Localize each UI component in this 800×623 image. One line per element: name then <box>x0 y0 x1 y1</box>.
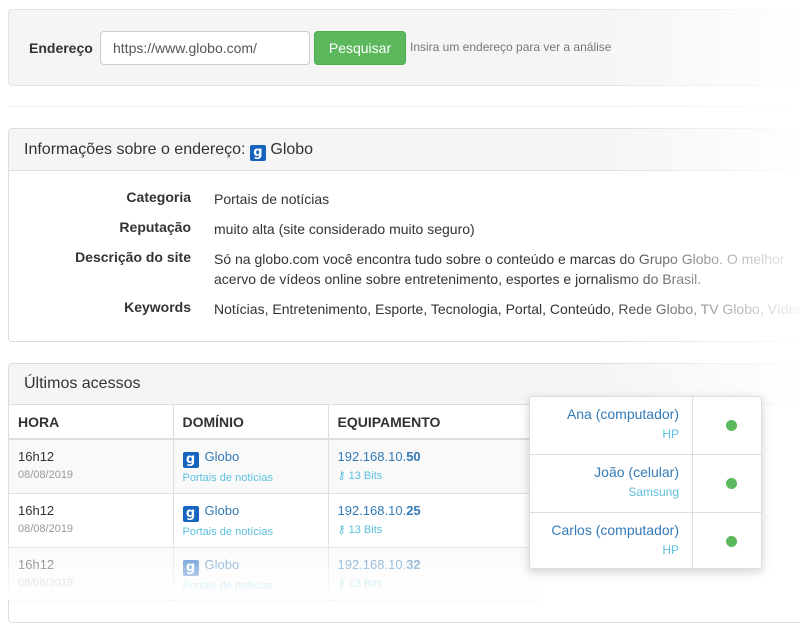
accesses-title: Últimos acessos <box>24 375 141 392</box>
access-time: 16h12 <box>18 556 55 572</box>
access-date: 08/08/2019 <box>18 469 74 481</box>
address-input[interactable] <box>100 31 310 65</box>
access-time: 16h12 <box>18 449 55 464</box>
sitemap-icon: ⚷ <box>337 577 346 590</box>
domain-link[interactable]: Globo <box>205 503 240 518</box>
online-status-icon <box>726 536 737 547</box>
domain-link[interactable]: Globo <box>205 557 240 572</box>
device-list-card: Ana (computador) HP João (celular) Samsu… <box>529 396 762 569</box>
globo-logo-icon: g <box>182 452 199 468</box>
device-ip[interactable]: 192.168.10.50 <box>338 449 530 464</box>
info-site-name: Globo <box>270 141 314 158</box>
globo-logo-icon: g <box>182 505 199 522</box>
info-value: Só na globo.com você encontra tudo sobre… <box>214 251 785 287</box>
accesses-table: HORA DOMÍNIO EQUIPAMENTO 16h12 08/08/201… <box>9 405 538 601</box>
domain-category: Portais de notícias <box>182 472 274 484</box>
device-row[interactable]: Ana (computador) HP <box>530 397 761 455</box>
device-name[interactable]: João (celular) <box>594 464 679 480</box>
sitemap-icon: ⚷ <box>337 523 346 536</box>
domain-cell: g Globo Portais de notícias <box>173 438 329 493</box>
bits-label: 13 Bits <box>348 470 383 482</box>
column-divider <box>692 513 693 568</box>
address-info-panel: Informações sobre o endereço: g Globo Ca… <box>8 128 800 342</box>
info-title-text: Informações sobre o endereço: <box>24 141 246 158</box>
column-divider <box>692 397 693 454</box>
address-label: Endereço <box>29 40 93 56</box>
device-row[interactable]: João (celular) Samsung <box>530 455 761 513</box>
globo-logo-icon: g <box>182 559 199 576</box>
device-ip[interactable]: 192.168.10.32 <box>338 557 530 572</box>
column-header-device: EQUIPAMENTO <box>328 405 538 440</box>
device-row[interactable]: Carlos (computador) HP <box>530 513 761 568</box>
info-panel-heading: Informações sobre o endereço: g Globo <box>9 129 800 171</box>
column-header-time: HORA <box>9 405 174 440</box>
search-button[interactable]: Pesquisar <box>314 31 406 65</box>
device-bits: ⚷ 13 Bits <box>338 523 530 536</box>
ip-prefix: 192.168.10. <box>337 502 407 518</box>
info-key: Reputação <box>119 219 191 235</box>
time-cell: 16h12 08/08/2019 <box>9 492 174 547</box>
device-cell: 192.168.10.25 ⚷ 13 Bits <box>328 492 538 547</box>
table-header-row: HORA DOMÍNIO EQUIPAMENTO <box>9 405 538 440</box>
device-name[interactable]: Carlos (computador) <box>551 522 679 538</box>
device-name[interactable]: Ana (computador) <box>567 406 679 422</box>
info-value: muito alta (site considerado muito segur… <box>214 221 475 237</box>
table-row[interactable]: 16h12 08/08/2019 g Globo Portais de notíc… <box>9 546 538 601</box>
device-cell: 192.168.10.50 ⚷ 13 Bits <box>328 438 538 493</box>
online-status-icon <box>726 478 737 489</box>
domain-cell: g Globo Portais de notícias <box>173 546 329 601</box>
table-row[interactable]: 16h12 08/08/2019 g Globo Portais de notíc… <box>9 492 538 547</box>
info-key: Keywords <box>124 299 191 315</box>
access-date: 08/08/2019 <box>18 522 74 535</box>
column-divider <box>692 455 693 512</box>
device-bits: ⚷ 13 Bits <box>338 469 530 482</box>
device-cell: 192.168.10.32 ⚷ 13 Bits <box>328 546 538 601</box>
ip-suffix: 32 <box>406 556 421 572</box>
info-key: Descrição do site <box>75 249 191 265</box>
globo-logo-icon: g <box>249 145 266 161</box>
ip-prefix: 192.168.10. <box>337 556 407 572</box>
time-cell: 16h12 08/08/2019 <box>9 438 174 493</box>
domain-link[interactable]: Globo <box>205 449 240 464</box>
info-key: Categoria <box>126 189 191 205</box>
device-brand: Samsung <box>628 485 679 499</box>
ip-suffix: 50 <box>406 449 421 464</box>
access-time: 16h12 <box>18 502 55 518</box>
domain-category: Portais de notícias <box>182 525 274 538</box>
device-brand: HP <box>662 543 679 557</box>
access-date: 08/08/2019 <box>18 576 74 589</box>
search-hint: Insira um endereço para ver a análise <box>410 40 612 54</box>
info-value: Notícias, Entretenimento, Esporte, Tecno… <box>214 301 800 317</box>
sitemap-icon: ⚷ <box>337 470 346 482</box>
divider <box>8 106 800 107</box>
column-header-domain: DOMÍNIO <box>173 405 329 440</box>
domain-cell: g Globo Portais de notícias <box>173 492 329 547</box>
domain-category: Portais de notícias <box>182 579 274 592</box>
device-bits: ⚷ 13 Bits <box>338 577 530 590</box>
device-brand: HP <box>662 427 679 441</box>
table-row[interactable]: 16h12 08/08/2019 g Globo Portais de notíc… <box>9 438 538 493</box>
ip-prefix: 192.168.10. <box>337 449 407 464</box>
info-value: Portais de notícias <box>214 191 330 207</box>
address-search-form: Endereço Pesquisar Insira um endereço pa… <box>8 9 800 86</box>
info-panel-title: Informações sobre o endereço: g Globo <box>24 141 313 161</box>
bits-label: 13 Bits <box>348 523 383 536</box>
bits-label: 13 Bits <box>348 577 383 590</box>
ip-suffix: 25 <box>406 502 421 518</box>
device-ip[interactable]: 192.168.10.25 <box>338 503 530 518</box>
online-status-icon <box>726 420 737 431</box>
time-cell: 16h12 08/08/2019 <box>9 546 174 601</box>
